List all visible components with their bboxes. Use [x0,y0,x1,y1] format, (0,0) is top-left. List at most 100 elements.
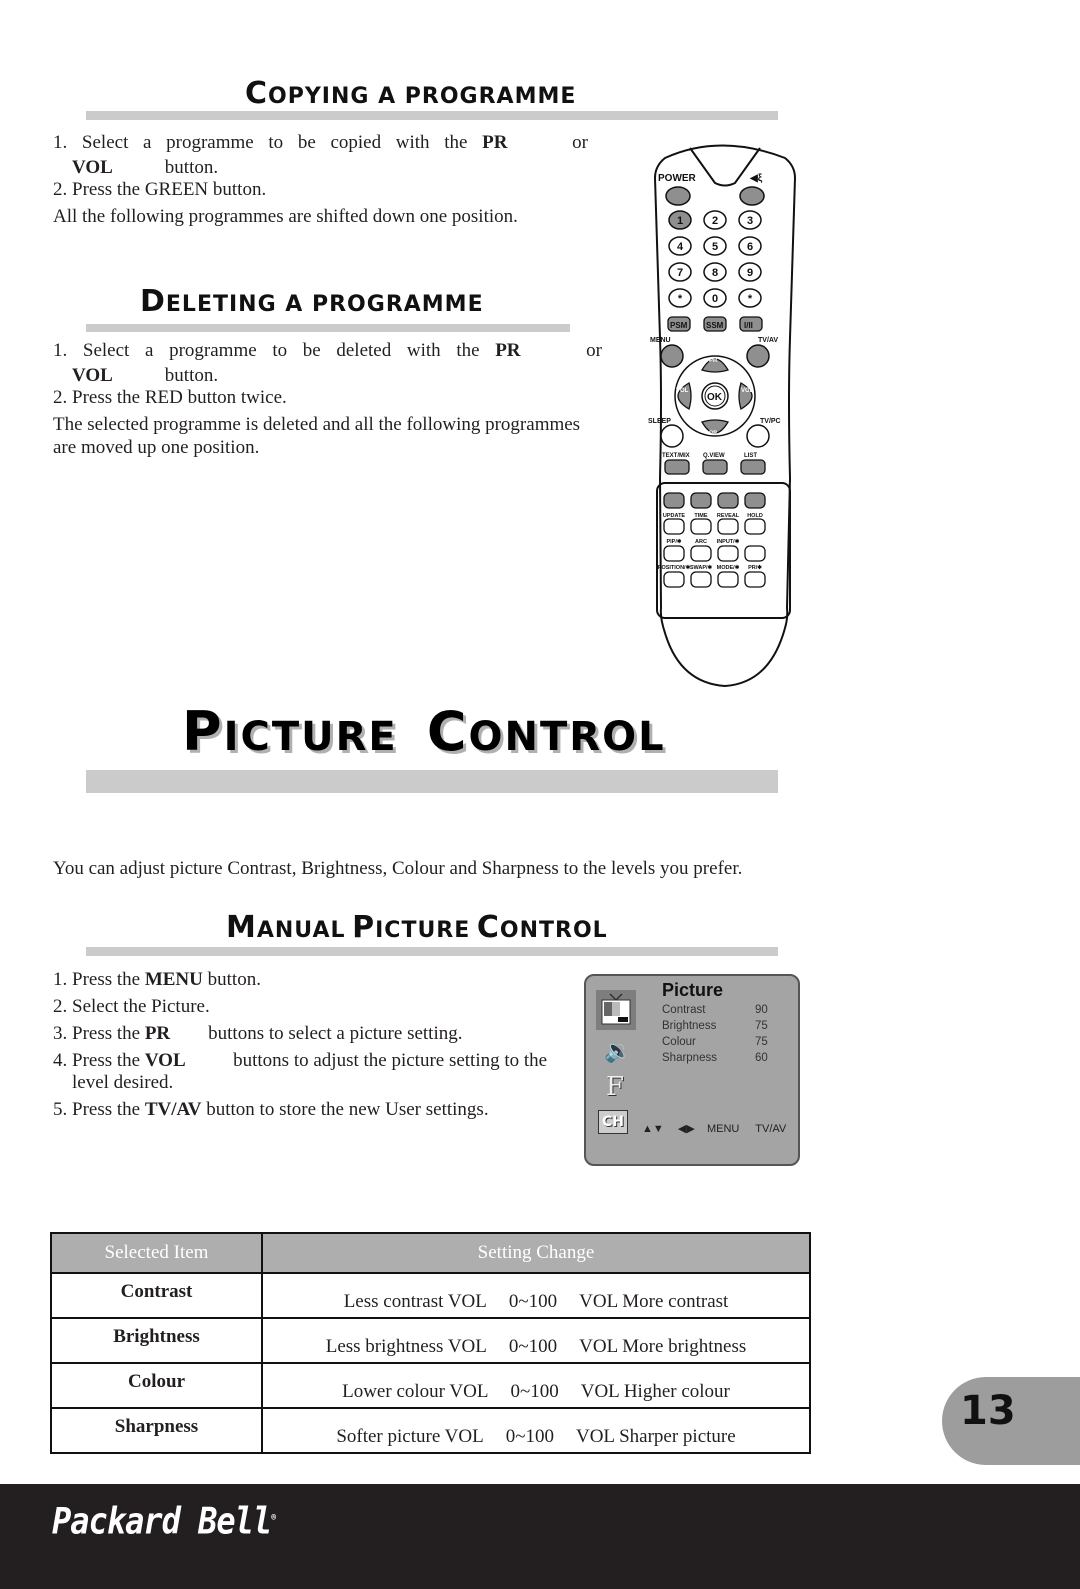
svg-text:TV/PC: TV/PC [760,418,781,425]
teletext-key-label: REVEAL [717,513,740,519]
deleting-note-line-2: are moved up one position. [53,437,260,458]
green-button [690,492,712,509]
svg-text:PSM: PSM [670,321,688,330]
power-button [665,186,691,206]
svg-text:TEXT/MIX: TEXT/MIX [662,453,690,459]
tvav-button [746,344,770,368]
pip-button [663,545,685,562]
mute-button [739,186,765,206]
table-row: Sharpness Softer picture VOL 0~100 VOL Sha… [50,1407,811,1454]
deleting-step-1-cont: VOL button. [72,365,219,386]
copying-step-1-cont: VOL button. [72,157,219,178]
svg-text:PR: PR [709,358,718,364]
position-button [663,571,685,588]
mute-icon: ◀ξ [749,173,763,184]
svg-text:OK: OK [707,392,723,403]
input-button [717,545,739,562]
qview-button [702,459,728,475]
update-button [663,518,685,535]
number-keypad: 1 2 3 4 5 6 7 8 9 * 0 * [668,210,762,308]
svg-text:SLEEP: SLEEP [648,418,671,425]
remote-power-label: POWER [658,173,697,184]
osd-row-contrast: Contrast 90 [662,1004,768,1016]
left-right-arrows-icon: ◀▶ [677,1123,695,1135]
osd-row-sharpness: Sharpness 60 [662,1052,768,1064]
picture-icon [596,990,636,1030]
copying-note: All the following programmes are shifted… [53,206,518,227]
time-button [690,518,712,535]
number-key-label: 7 [677,267,683,279]
packard-bell-logo: Packard Bell® [52,1499,276,1543]
copying-heading-underline [86,111,778,120]
feature-icon: F [606,1072,625,1102]
manual-step-5: 5. Press the TV/AV button to store the n… [53,1099,489,1120]
manual-heading: MANUAL PICTURE CONTROL [226,910,608,945]
svg-text:PR: PR [709,431,718,437]
number-key-label: 3 [747,215,753,227]
number-key-label: 6 [747,241,753,253]
reveal-button [717,518,739,535]
function-key-label: SWAP/✱ [690,564,713,571]
svg-text:TV/AV: TV/AV [758,337,778,344]
hold-button [744,518,766,535]
list-button [740,459,766,475]
copying-step-1: 1. Select a programme to be copied with … [53,132,588,153]
remote-control-illustration: POWER ◀ξ 1 2 34 5 67 8 9* 0 * PSM SSM I/II MENU … [648,144,797,688]
picture-control-intro: You can adjust picture Contrast, Brightn… [53,858,743,879]
blue-button [744,492,766,509]
manual-step-1: 1. Press the MENU button. [53,969,261,990]
osd-title: Picture [662,980,724,1000]
function-key-label: PR/✱ [748,564,762,571]
table-header-row: Selected Item Setting Change [50,1232,811,1274]
number-key-label: 8 [712,267,718,279]
manual-step-4: 4. Press the VOL buttons to adjust the p… [53,1050,548,1071]
header-selected-item: Selected Item [50,1232,263,1274]
sleep-button [660,424,684,448]
pr-up-small-button [744,545,766,562]
manual-step-2: 2. Select the Picture. [53,996,210,1017]
page-number: 13 [960,1388,1016,1434]
number-key-label: 2 [712,215,718,227]
teletext-key-label: UPDATE [663,513,686,519]
deleting-heading: DELETING A PROGRAMME [140,284,484,319]
number-key-label: 9 [747,267,753,279]
teletext-key-label: TIME [694,513,707,519]
red-button [663,492,685,509]
swap-button [690,571,712,588]
function-key-label: ARC [695,539,707,545]
number-key-label: 1 [677,215,683,227]
pr-down-small-button [744,571,766,588]
svg-text:SSM: SSM [706,321,724,330]
svg-text:VOL: VOL [676,388,689,394]
textmix-button [664,459,690,475]
number-key-label: 4 [677,241,684,253]
channel-icon: CH [598,1110,628,1134]
lower-keypad: UPDATE TIME REVEAL HOLD PIP/✱ ARC INPUT/✱ POSIT… [658,492,766,588]
tvpc-button [746,424,770,448]
picture-control-underline [86,770,778,793]
picture-settings-table: Selected Item Setting Change Contrast Le… [50,1232,811,1454]
svg-text:MENU: MENU [650,337,671,344]
function-key-label: MODE/✱ [717,564,740,571]
svg-text:LIST: LIST [744,453,757,459]
number-key-label: 5 [712,241,718,253]
deleting-heading-underline [86,324,570,332]
menu-button [660,344,684,368]
manual-step-4-cont: level desired. [53,1072,174,1093]
number-key-label: 0 [712,293,718,305]
manual-heading-underline [86,947,778,956]
osd-row-brightness: Brightness 75 [662,1020,768,1032]
picture-control-title: PICTURE CONTROL [182,700,666,763]
up-down-arrows-icon: ▲▼ [642,1123,664,1135]
table-row: Colour Lower colour VOL 0~100 VOL Higher c… [50,1362,811,1409]
svg-text:VOL: VOL [741,388,754,394]
number-key-label: * [678,293,683,305]
function-key-label: PIP/✱ [666,538,681,545]
osd-picture-menu: 🔉 F CH Picture Contrast 90 Brightness 75 C… [584,974,800,1166]
deleting-step-2: 2. Press the RED button twice. [53,387,287,408]
teletext-key-label: HOLD [747,513,763,519]
deleting-note-line-1: The selected programme is deleted and al… [53,414,581,435]
function-key-label: INPUT/✱ [717,538,740,545]
table-row: Contrast Less contrast VOL 0~100 VOL More … [50,1272,811,1319]
manual-step-3: 3. Press the PR buttons to select a pict… [53,1023,463,1044]
